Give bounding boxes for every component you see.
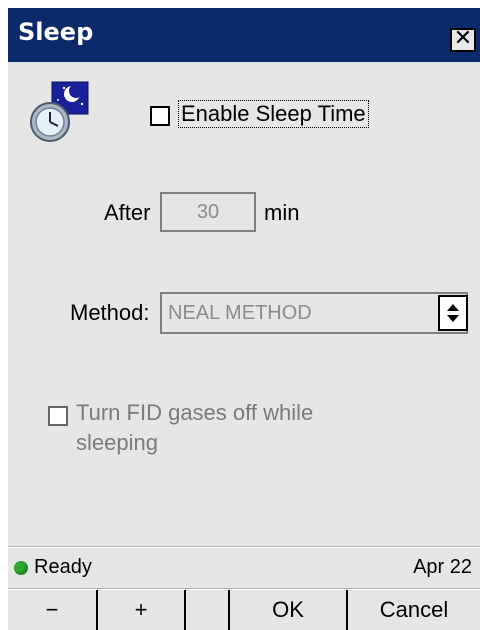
bottom-button-bar: − + OK Cancel bbox=[8, 590, 480, 630]
enable-sleep-time-label[interactable]: Enable Sleep Time bbox=[178, 100, 369, 128]
cancel-button[interactable]: Cancel bbox=[348, 590, 480, 630]
window-title: Sleep bbox=[18, 18, 94, 46]
method-select[interactable]: NEAL METHOD bbox=[160, 292, 468, 334]
ok-label: OK bbox=[272, 597, 304, 622]
title-bar: Sleep ✕ bbox=[8, 8, 480, 62]
fid-gases-off-label-line2[interactable]: sleeping bbox=[76, 430, 158, 456]
sleep-minutes-value: 30 bbox=[196, 200, 220, 223]
method-label: Method: bbox=[70, 300, 150, 325]
sleep-minutes-input[interactable]: 30 bbox=[160, 192, 256, 232]
status-text: Ready bbox=[34, 556, 92, 578]
minutes-unit-label: min bbox=[264, 200, 300, 225]
cancel-label: Cancel bbox=[379, 597, 449, 622]
method-select-button[interactable] bbox=[438, 295, 468, 331]
enable-sleep-time-checkbox[interactable] bbox=[150, 106, 170, 126]
sleep-settings-panel: Enable Sleep Time After 30 min Method: N… bbox=[8, 62, 480, 546]
status-date: Apr 22 bbox=[413, 556, 472, 578]
ok-button[interactable]: OK bbox=[228, 590, 348, 630]
minus-label: − bbox=[45, 597, 59, 622]
sleep-clock-icon bbox=[30, 81, 89, 142]
after-label: After bbox=[104, 200, 151, 225]
minus-button[interactable]: − bbox=[8, 590, 98, 630]
close-button[interactable]: ✕ bbox=[450, 28, 476, 52]
fid-gases-off-label-line1[interactable]: Turn FID gases off while bbox=[76, 400, 313, 426]
spin-arrows-icon bbox=[447, 304, 459, 322]
fid-gases-off-checkbox[interactable] bbox=[48, 406, 68, 426]
status-indicator-icon bbox=[14, 561, 28, 575]
close-icon: ✕ bbox=[453, 26, 473, 51]
status-bar: Ready Apr 22 bbox=[8, 548, 480, 588]
plus-label: + bbox=[134, 597, 148, 622]
method-select-value: NEAL METHOD bbox=[168, 301, 312, 324]
plus-button[interactable]: + bbox=[98, 590, 186, 630]
